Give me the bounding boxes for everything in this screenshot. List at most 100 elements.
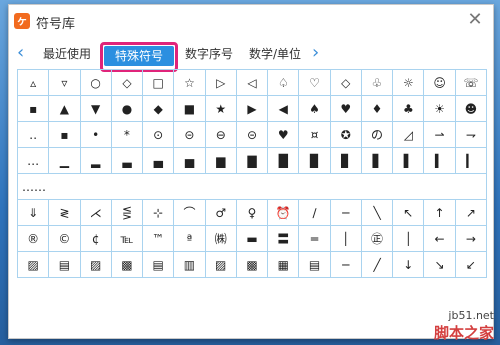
symbol-cell[interactable]: ◇ [110,69,144,96]
symbol-cell[interactable]: □ [142,69,175,96]
symbol-cell[interactable]: ─ [329,251,362,278]
symbol-cell[interactable]: │ [329,225,362,252]
symbol-cell[interactable]: ▩ [110,251,144,278]
symbol-cell[interactable]: ¤ [298,121,331,148]
symbol-cell[interactable]: ♥ [329,95,362,122]
symbol-cell[interactable]: ⇀ [423,121,456,148]
symbol-cell[interactable]: ⋚ [110,199,144,226]
symbol-cell[interactable]: ▶ [235,95,269,122]
symbol-cell[interactable]: ▷ [204,69,237,96]
symbol-cell[interactable]: … [16,147,50,174]
symbol-cell[interactable]: ㊣ [360,225,394,252]
symbol-cell[interactable]: ↗ [454,199,488,226]
symbol-cell[interactable]: ↖ [392,199,425,226]
symbol-cell[interactable]: ▿ [48,69,81,96]
symbol-cell[interactable]: ☼ [392,69,425,96]
symbol-cell[interactable]: ◀ [267,95,300,122]
close-icon[interactable]: ✕ [465,10,485,30]
symbol-cell[interactable]: ◁ [235,69,269,96]
symbol-cell[interactable]: ▤ [298,251,331,278]
symbol-cell[interactable]: の [360,121,394,148]
chevron-right-icon[interactable]: › [312,42,319,64]
symbol-cell[interactable]: ▦ [267,251,300,278]
symbol-cell[interactable]: ╲ [360,199,394,226]
symbol-cell[interactable]: ™ [142,225,175,252]
symbol-cell[interactable]: ⊖ [204,121,237,148]
symbol-cell[interactable]: ⊹ [142,199,175,226]
symbol-cell[interactable]: ☀ [423,95,456,122]
symbol-cell[interactable]: ○ [79,69,112,96]
symbol-cell[interactable]: ▄ [142,147,175,174]
symbol-cell[interactable]: ↘ [423,251,456,278]
symbol-cell[interactable]: ♠ [298,95,331,122]
symbol-cell[interactable]: …… [17,173,487,200]
symbol-cell[interactable]: ▇ [235,147,269,174]
symbol-cell[interactable]: ═ [298,225,331,252]
symbol-cell[interactable]: ◿ [392,121,425,148]
symbol-cell[interactable]: ☺ [423,69,456,96]
symbol-cell[interactable]: ♂ [204,199,237,226]
symbol-cell[interactable]: ♤ [267,69,300,96]
symbol-cell[interactable]: ♡ [298,69,331,96]
symbol-cell[interactable]: ≷ [48,199,81,226]
symbol-cell[interactable]: ↑ [423,199,456,226]
symbol-cell[interactable]: ⋌ [79,199,112,226]
symbol-cell[interactable]: ▉ [298,147,331,174]
symbol-cell[interactable]: ▵ [16,69,50,96]
symbol-cell[interactable]: ◇ [329,69,362,96]
symbol-cell[interactable]: © [48,225,81,252]
symbol-cell[interactable]: • [79,121,112,148]
symbol-cell[interactable]: ⌒ [173,199,206,226]
symbol-cell[interactable]: ▬ [235,225,269,252]
symbol-cell[interactable]: ▂ [79,147,112,174]
symbol-cell[interactable]: ㈱ [204,225,237,252]
symbol-cell[interactable]: ▁ [48,147,81,174]
symbol-cell[interactable]: ▊ [329,147,362,174]
symbol-cell[interactable]: ∕ [298,199,331,226]
symbol-cell[interactable]: ♥ [267,121,300,148]
symbol-cell[interactable]: ─ [329,199,362,226]
symbol-cell[interactable]: ⊙ [142,121,175,148]
symbol-cell[interactable]: ← [423,225,456,252]
symbol-cell[interactable]: ª [173,225,206,252]
symbol-cell[interactable]: ♦ [360,95,394,122]
symbol-cell[interactable]: ◆ [142,95,175,122]
symbol-cell[interactable]: 〓 [267,225,300,252]
symbol-cell[interactable]: ▤ [48,251,81,278]
symbol-cell[interactable]: ☏ [454,69,488,96]
symbol-cell[interactable]: ▃ [110,147,144,174]
symbol-cell[interactable]: ✪ [329,121,362,148]
tab-math-units[interactable]: 数学/单位 [249,45,301,62]
symbol-cell[interactable]: ▨ [79,251,112,278]
symbol-cell[interactable]: ® [16,225,50,252]
symbol-cell[interactable]: ▆ [204,147,237,174]
symbol-cell[interactable]: ♀ [235,199,269,226]
symbol-cell[interactable]: █ [267,147,300,174]
symbol-cell[interactable]: ▨ [16,251,50,278]
symbol-cell[interactable]: ■ [173,95,206,122]
symbol-cell[interactable]: ╱ [360,251,394,278]
symbol-cell[interactable]: ▼ [79,95,112,122]
chevron-left-icon[interactable]: ‹ [17,42,24,64]
symbol-cell[interactable]: │ [392,225,425,252]
symbol-cell[interactable]: ● [110,95,144,122]
symbol-cell[interactable]: ⇁ [454,121,488,148]
symbol-cell[interactable]: ▋ [360,147,394,174]
symbol-cell[interactable]: ▎ [454,147,488,174]
symbol-cell[interactable]: ▍ [423,147,456,174]
symbol-cell[interactable]: ▨ [204,251,237,278]
symbol-cell[interactable]: ℡ [110,225,144,252]
symbol-cell[interactable]: ▤ [142,251,175,278]
symbol-cell[interactable]: ♣ [392,95,425,122]
symbol-cell[interactable]: ⇓ [16,199,50,226]
symbol-cell[interactable]: ↓ [392,251,425,278]
symbol-cell[interactable]: ▩ [235,251,269,278]
tab-number-sequence[interactable]: 数字序号 [185,45,233,62]
symbol-cell[interactable]: * [110,121,144,148]
symbol-cell[interactable]: ▲ [48,95,81,122]
symbol-cell[interactable]: ▥ [173,251,206,278]
symbol-cell[interactable]: ▪ [16,95,50,122]
symbol-cell[interactable]: ⏰ [267,199,300,226]
symbol-cell[interactable]: ▪ [48,121,81,148]
symbol-cell[interactable]: ☆ [173,69,206,96]
